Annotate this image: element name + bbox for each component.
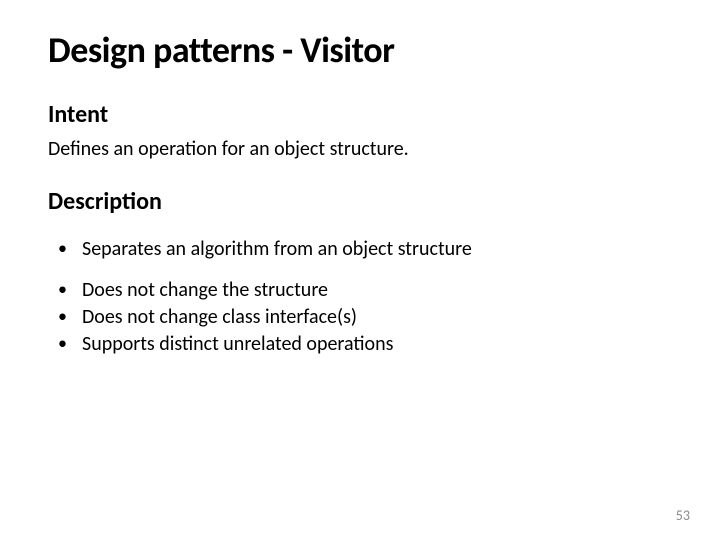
description-bullets-2: Does not change the structure Does not c… — [48, 277, 672, 358]
slide-title: Design patterns - Visitor — [48, 28, 672, 72]
intent-label: Intent — [48, 100, 672, 129]
list-item: Supports distinct unrelated operations — [48, 331, 672, 358]
page-number: 53 — [676, 507, 690, 524]
intent-text: Defines an operation for an object struc… — [48, 137, 672, 161]
description-label: Description — [48, 187, 672, 216]
description-bullets-1: Separates an algorithm from an object st… — [48, 236, 672, 263]
list-item: Does not change the structure — [48, 277, 672, 304]
list-item: Separates an algorithm from an object st… — [48, 236, 672, 263]
list-item: Does not change class interface(s) — [48, 304, 672, 331]
